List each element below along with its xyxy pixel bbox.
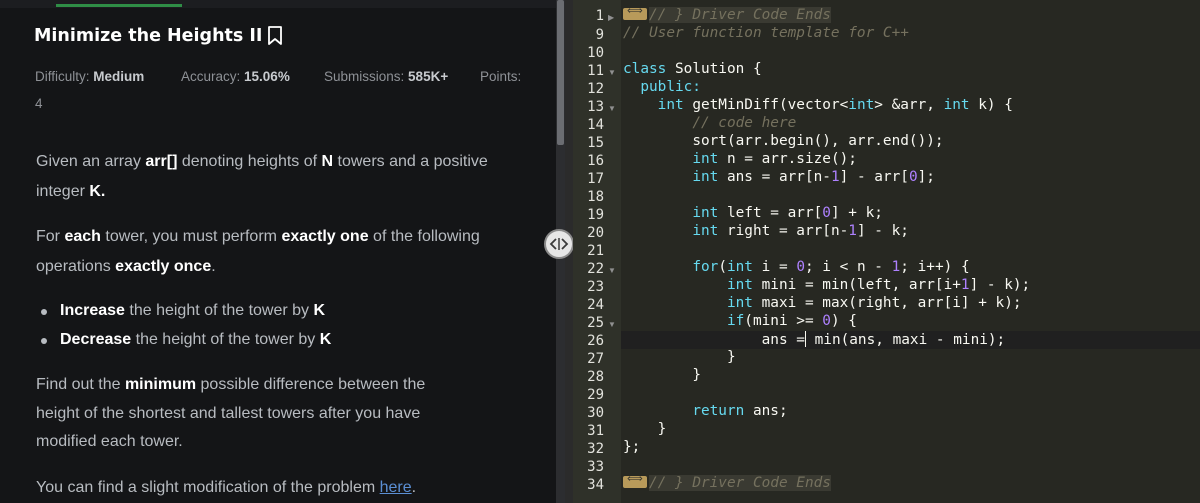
line-number: 13	[587, 99, 604, 115]
code-line: }	[726, 349, 736, 365]
line-number: 34	[587, 477, 604, 493]
here-link[interactable]: here	[380, 479, 412, 496]
code-line: }	[692, 367, 701, 383]
line-number: 28	[587, 369, 604, 385]
expand-fold-icon[interactable]	[623, 472, 647, 488]
code-line: int left = arr[0] + k;	[692, 205, 883, 221]
accuracy-value: 15.06%	[244, 69, 290, 84]
list-item: Increase the height of the tower by K	[40, 302, 326, 319]
submissions: Submissions: 585K+	[324, 69, 448, 84]
code-line: }	[657, 421, 667, 437]
line-number: 32	[587, 441, 604, 457]
line-number: 27	[587, 351, 604, 367]
expand-fold-icon[interactable]	[623, 4, 647, 20]
accuracy: Accuracy: 15.06%	[181, 69, 290, 84]
fold-arrow-icon[interactable]: ▼	[608, 320, 616, 329]
code-line: // User function template for C++	[623, 25, 909, 41]
statement-line: height of the shortest and tallest tower…	[36, 405, 421, 422]
accuracy-label: Accuracy:	[181, 69, 245, 84]
statement-line: Find out the minimum possible difference…	[36, 376, 426, 393]
code-line: class Solution {	[623, 61, 762, 77]
difficulty-value: Medium	[93, 69, 145, 84]
line-number: 24	[587, 297, 604, 313]
line-number: 30	[587, 405, 604, 421]
statement-line: Given an array arr[] denoting heights of…	[36, 153, 488, 170]
line-number: 12	[587, 81, 604, 97]
problem-title: Minimize the Heights II	[34, 25, 283, 46]
line-number: 16	[587, 153, 604, 169]
submissions-label: Submissions:	[324, 69, 409, 84]
line-number: 20	[587, 225, 604, 241]
line-number: 22	[587, 261, 604, 277]
line-number: 21	[587, 243, 604, 259]
code-line: int right = arr[n-1] - k;	[692, 223, 909, 239]
line-number: 25	[587, 315, 604, 331]
problem-panel: Minimize the Heights II Difficulty: Medi…	[0, 0, 556, 503]
line-number: 14	[587, 117, 604, 133]
line-number: 10	[587, 45, 604, 61]
code-line: // } Driver Code Ends	[623, 472, 831, 491]
bookmark-icon[interactable]	[267, 25, 283, 46]
code-line: int maxi = max(right, arr[i] + k);	[726, 295, 1022, 311]
code-line: // } Driver Code Ends	[623, 4, 831, 23]
resize-arrows-icon	[549, 238, 569, 250]
code-line: // code here	[692, 115, 797, 131]
code-line: int mini = min(left, arr[i+1] - k);	[726, 277, 1031, 293]
line-number: 31	[587, 423, 604, 439]
fold-arrow-icon[interactable]: ▶	[608, 13, 614, 22]
code-line: ans = min(ans, maxi - mini);	[761, 331, 1006, 348]
statement-line: operations exactly once.	[36, 258, 216, 275]
list-item: Decrease the height of the tower by K	[40, 331, 332, 348]
points-value: 4	[35, 96, 43, 111]
points-label: Points:	[480, 69, 522, 84]
line-number: 33	[587, 459, 604, 475]
code-line: };	[623, 439, 641, 455]
line-number: 23	[587, 279, 604, 295]
difficulty: Difficulty: Medium	[35, 69, 144, 84]
statement-line: For each tower, you must perform exactly…	[36, 228, 480, 245]
problem-scrollbar-thumb[interactable]	[557, 0, 564, 145]
statement-line: modified each tower.	[36, 433, 183, 450]
line-number: 19	[587, 207, 604, 223]
line-number: 26	[587, 333, 604, 349]
code-line: int getMinDiff(vector<int> &arr, int k) …	[657, 97, 1013, 113]
code-line: if(mini >= 0) {	[726, 313, 857, 329]
fold-arrow-icon[interactable]: ▼	[608, 68, 616, 77]
difficulty-label: Difficulty:	[35, 69, 94, 84]
code-line: sort(arr.begin(), arr.end());	[692, 133, 944, 149]
line-number: 9	[595, 27, 604, 43]
fold-arrow-icon[interactable]: ▼	[608, 104, 616, 113]
code-line: for(int i = 0; i < n - 1; i++) {	[692, 259, 970, 275]
code-line: int n = arr.size();	[692, 151, 857, 167]
resize-handle[interactable]	[544, 229, 574, 259]
statement-line: integer K.	[36, 183, 106, 200]
code-line: return ans;	[692, 403, 788, 419]
line-number: 15	[587, 135, 604, 151]
code-line: public:	[640, 79, 701, 95]
active-tab-indicator	[56, 4, 182, 7]
line-number: 18	[587, 189, 604, 205]
line-number: 17	[587, 171, 604, 187]
code-line: int ans = arr[n-1] - arr[0];	[692, 169, 935, 185]
line-number: 1	[595, 8, 604, 24]
fold-arrow-icon[interactable]: ▼	[608, 266, 616, 275]
line-number: 11	[587, 63, 604, 79]
code-editor[interactable]: 1 9 10 11 12 13 14 15 16 17 18 19 20 21 …	[573, 0, 1200, 503]
line-number: 29	[587, 387, 604, 403]
statement-line: You can find a slight modification of th…	[36, 479, 417, 496]
problem-title-text: Minimize the Heights II	[34, 25, 263, 46]
submissions-value: 585K+	[408, 69, 449, 84]
